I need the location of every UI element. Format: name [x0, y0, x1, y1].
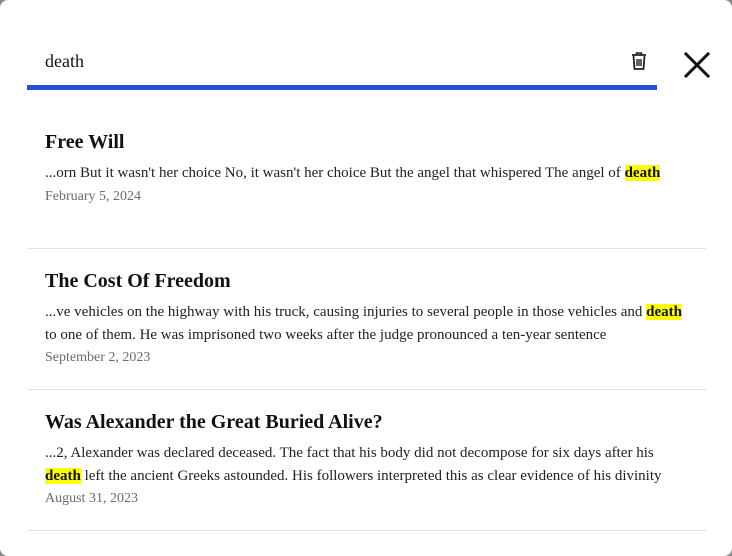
result-title[interactable]: Was Alexander the Great Buried Alive?	[45, 410, 688, 434]
close-icon[interactable]	[683, 51, 711, 79]
search-modal: Free Will ...orn But it wasn't her choic…	[0, 0, 732, 556]
result-date: August 31, 2023	[45, 491, 138, 506]
result-title[interactable]: Free Will	[45, 130, 688, 154]
result-date: September 2, 2023	[45, 350, 151, 365]
search-highlight: death	[646, 304, 682, 320]
list-item[interactable]: Free Will ...orn But it wasn't her choic…	[27, 110, 706, 249]
search-highlight: death	[624, 165, 661, 181]
search-input[interactable]	[45, 48, 605, 74]
search-highlight: death	[45, 467, 81, 484]
search-bar	[27, 38, 657, 90]
results-list: Free Will ...orn But it wasn't her choic…	[27, 110, 706, 531]
result-snippet: ...ve vehicles on the highway with his t…	[45, 304, 682, 343]
result-snippet: ...orn But it wasn't her choice No, it w…	[45, 165, 661, 181]
list-item[interactable]: The Cost Of Freedom ...ve vehicles on th…	[27, 249, 706, 390]
result-title[interactable]: The Cost Of Freedom	[45, 269, 688, 293]
result-date: February 5, 2024	[45, 188, 142, 204]
list-item[interactable]: Was Alexander the Great Buried Alive? ..…	[27, 390, 706, 531]
result-snippet: ...2, Alexander was declared deceased. T…	[45, 445, 662, 484]
trash-icon[interactable]	[630, 51, 648, 71]
